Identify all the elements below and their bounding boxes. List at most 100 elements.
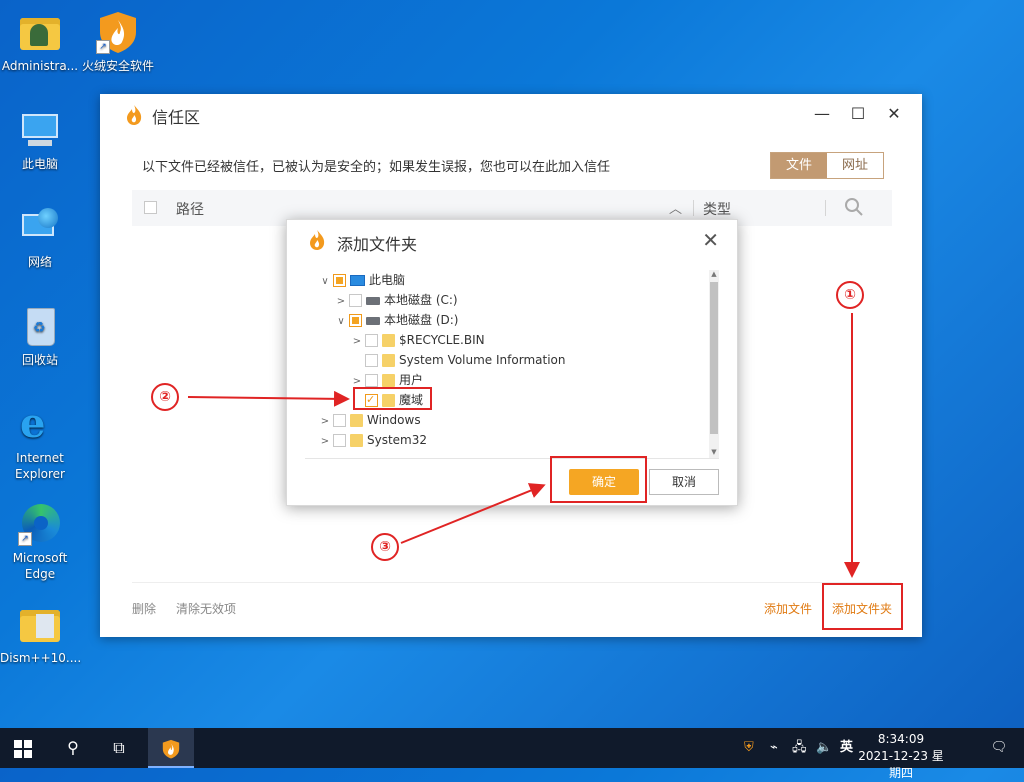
tree-label: Windows xyxy=(367,413,421,427)
add-folder-dialog: 添加文件夹 ✕ ∨ 此电脑 > 本地磁盘 (C:) ∨ 本地磁盘 (D:) > $REC… xyxy=(286,219,738,506)
dialog-divider xyxy=(305,458,719,459)
cancel-button[interactable]: 取消 xyxy=(649,469,719,495)
taskbar: ⚲ ⧉ ⛨ ⌁ 🖧 🔈 英 8:34:09 2021-12-23 星期四 🗨 xyxy=(0,728,1024,780)
annotation-number-3: ③ xyxy=(371,533,399,561)
search-icon[interactable]: ⚲ xyxy=(50,728,96,768)
folder-tree: ∨ 此电脑 > 本地磁盘 (C:) ∨ 本地磁盘 (D:) > $RECYCLE.BIN… xyxy=(305,268,719,458)
minimize-button[interactable]: — xyxy=(810,104,834,123)
drive-icon xyxy=(366,296,380,305)
tree-label: 用户 xyxy=(399,373,424,387)
scroll-up-icon[interactable]: ▲ xyxy=(709,270,719,278)
chevron-right-icon[interactable]: > xyxy=(335,292,347,312)
col-type[interactable]: 类型 xyxy=(703,199,731,219)
chevron-down-icon[interactable]: ∨ xyxy=(335,312,347,332)
annotation-number-1: ① xyxy=(836,281,864,309)
desktop-icon-huorong[interactable]: ↗ 火绒安全软件 xyxy=(78,10,158,74)
internet-explorer-icon: e xyxy=(20,400,46,447)
drive-icon xyxy=(366,316,380,325)
computer-icon xyxy=(350,275,365,286)
column-divider xyxy=(825,200,826,216)
desktop-icon-edge[interactable]: ↗ Microsoft Edge xyxy=(0,502,80,582)
tree-checkbox[interactable] xyxy=(365,374,378,387)
window-title: 信任区 xyxy=(152,108,201,127)
ime-indicator[interactable]: 英 xyxy=(840,728,853,768)
tree-item-drive-d[interactable]: ∨ 本地磁盘 (D:) xyxy=(335,310,458,330)
delete-link[interactable]: 删除 xyxy=(132,600,156,617)
clock-time: 8:34:09 xyxy=(877,732,925,746)
highlight-add-folder xyxy=(822,583,903,630)
tree-checkbox[interactable] xyxy=(333,414,346,427)
tray-huorong-icon[interactable]: ⛨ xyxy=(744,728,754,768)
add-file-link[interactable]: 添加文件 xyxy=(764,600,812,617)
clear-invalid-link[interactable]: 清除无效项 xyxy=(176,600,236,617)
chevron-right-icon[interactable]: > xyxy=(319,412,331,432)
window-titlebar[interactable]: 信任区 — ☐ ✕ xyxy=(100,94,922,136)
desktop-icon-internet-explorer[interactable]: e Internet Explorer xyxy=(0,402,80,482)
tree-item-recycle-bin[interactable]: > $RECYCLE.BIN xyxy=(351,330,485,350)
notification-icon[interactable]: 🗨 xyxy=(984,728,1014,768)
col-path[interactable]: 路径 xyxy=(176,199,204,219)
chevron-right-icon[interactable]: > xyxy=(351,332,363,352)
highlight-ok-button xyxy=(550,456,647,503)
sort-chevron-up-icon[interactable]: ︿ xyxy=(669,198,682,217)
huorong-logo-icon xyxy=(307,229,327,251)
desktop-icon-this-pc[interactable]: 此电脑 xyxy=(0,108,80,172)
computer-icon xyxy=(18,108,62,152)
desktop-icon-label: 火绒安全软件 xyxy=(81,59,154,73)
tree-label: $RECYCLE.BIN xyxy=(399,333,485,347)
desktop-icon-recycle-bin[interactable]: ♻ 回收站 xyxy=(0,304,80,368)
volume-icon[interactable]: 🔈 xyxy=(816,728,832,768)
desktop-icon-dism[interactable]: Dism++10.... xyxy=(0,602,81,666)
folder-icon xyxy=(382,334,395,347)
tree-checkbox[interactable] xyxy=(365,334,378,347)
tree-label: System Volume Information xyxy=(399,353,566,367)
chevron-down-icon[interactable]: ∨ xyxy=(319,272,331,292)
folder-icon xyxy=(350,434,363,447)
tree-scrollbar[interactable]: ▲ ▼ xyxy=(709,270,719,458)
network-icon xyxy=(18,206,62,250)
type-tabs: 文件 网址 xyxy=(770,152,884,179)
close-button[interactable]: ✕ xyxy=(882,104,906,123)
tree-checkbox[interactable] xyxy=(333,434,346,447)
task-view-icon[interactable]: ⧉ xyxy=(96,728,142,768)
desktop-icon-label: Administra... xyxy=(1,59,79,73)
tab-file[interactable]: 文件 xyxy=(771,153,827,178)
tree-checkbox[interactable] xyxy=(349,314,362,327)
huorong-logo-icon xyxy=(124,104,144,126)
tree-label: 此电脑 xyxy=(369,273,406,287)
desktop-icon-label: 回收站 xyxy=(21,353,58,367)
tree-item-system32[interactable]: > System32 xyxy=(319,430,427,450)
tree-item-system-volume-information[interactable]: System Volume Information xyxy=(351,350,565,370)
clock-date: 2021-12-23 星期四 xyxy=(858,749,944,780)
recycle-bin-icon: ♻ xyxy=(18,304,62,348)
footer-divider xyxy=(132,582,892,583)
desktop-icon-label: Internet Explorer xyxy=(15,451,65,481)
tree-item-this-pc[interactable]: ∨ 此电脑 xyxy=(319,270,405,290)
dialog-title: 添加文件夹 xyxy=(337,235,418,254)
tree-item-windows[interactable]: > Windows xyxy=(319,410,421,430)
taskbar-huorong-icon[interactable] xyxy=(148,728,194,768)
scroll-down-icon[interactable]: ▼ xyxy=(709,448,719,456)
select-all-checkbox[interactable] xyxy=(144,201,157,214)
clock[interactable]: 8:34:09 2021-12-23 星期四 xyxy=(856,731,946,782)
search-icon[interactable] xyxy=(844,197,864,221)
tree-checkbox[interactable] xyxy=(365,354,378,367)
network-tray-icon[interactable]: 🖧 xyxy=(792,728,807,768)
tree-item-drive-c[interactable]: > 本地磁盘 (C:) xyxy=(335,290,458,310)
folder-icon xyxy=(18,602,62,646)
tab-url[interactable]: 网址 xyxy=(827,153,883,178)
dialog-close-icon[interactable]: ✕ xyxy=(702,228,719,252)
scrollbar-thumb[interactable] xyxy=(710,282,718,434)
usb-icon[interactable]: ⌁ xyxy=(770,728,778,768)
desktop-icon-network[interactable]: 网络 xyxy=(0,206,80,270)
tree-checkbox[interactable] xyxy=(349,294,362,307)
maximize-button[interactable]: ☐ xyxy=(846,104,870,123)
tree-checkbox[interactable] xyxy=(333,274,346,287)
shortcut-arrow-icon: ↗ xyxy=(18,532,32,546)
chevron-right-icon[interactable]: > xyxy=(319,432,331,452)
tree-label: 本地磁盘 (D:) xyxy=(384,313,459,327)
folder-icon xyxy=(382,354,395,367)
desktop-icon-administrator[interactable]: Administra... xyxy=(0,10,80,74)
shortcut-arrow-icon: ↗ xyxy=(96,40,110,54)
start-windows-icon[interactable] xyxy=(0,728,46,768)
